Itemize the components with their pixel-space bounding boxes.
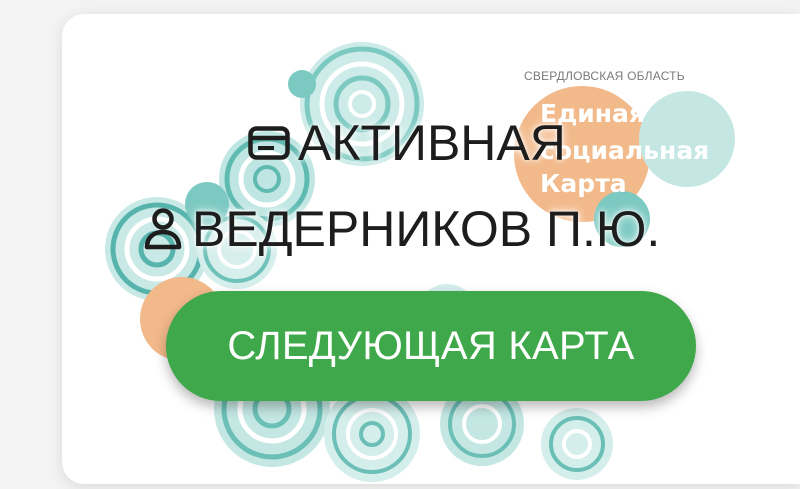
logo-line-3: Карта <box>540 169 627 198</box>
credit-card-icon <box>246 120 292 166</box>
next-card-button[interactable]: СЛЕДУЮЩАЯ КАРТА <box>166 291 696 401</box>
person-icon <box>140 206 186 252</box>
screen: СВЕРДЛОВСКАЯ ОБЛАСТЬ Единая социальная К… <box>0 0 800 489</box>
card-status: АКТИВНАЯ <box>246 113 566 173</box>
pattern-circle-8 <box>541 408 613 480</box>
region-label: СВЕРДЛОВСКАЯ ОБЛАСТЬ <box>524 69 685 83</box>
card-owner: ВЕДЕРНИКОВ П.Ю. <box>140 199 660 259</box>
card-owner-name: ВЕДЕРНИКОВ П.Ю. <box>192 201 661 257</box>
card-status-text: АКТИВНАЯ <box>298 115 566 171</box>
